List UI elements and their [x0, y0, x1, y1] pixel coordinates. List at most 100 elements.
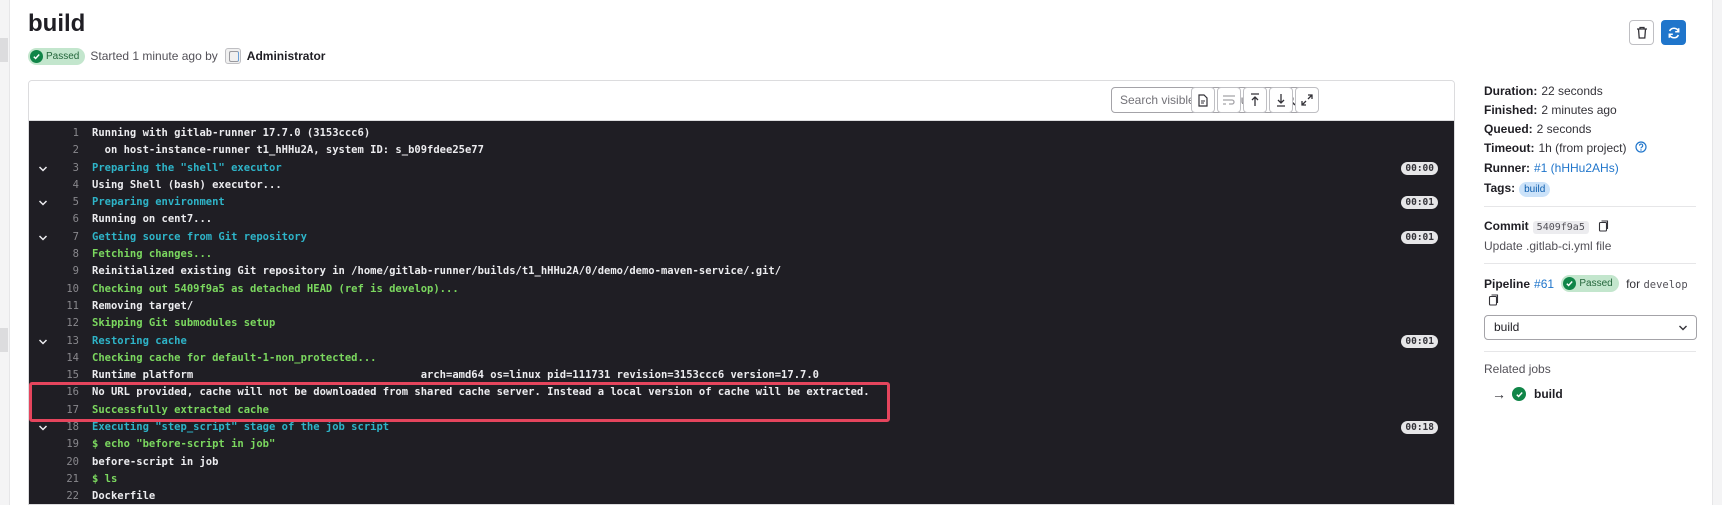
- retry-button[interactable]: [1661, 20, 1686, 45]
- log-line: 11 Removing target/: [29, 298, 1454, 315]
- log-line: 15 Runtime platform arch=amd64 os=linux p…: [29, 367, 1454, 384]
- pipeline-link[interactable]: #61: [1534, 277, 1554, 291]
- log-text: Skipping Git submodules setup: [92, 317, 276, 330]
- status-badge[interactable]: Passed: [28, 47, 86, 65]
- line-number[interactable]: 11: [49, 298, 79, 315]
- related-job-item[interactable]: → build: [1492, 386, 1567, 402]
- line-number[interactable]: 8: [49, 246, 79, 263]
- stage-select[interactable]: build: [1484, 315, 1697, 340]
- chevron-down-icon[interactable]: [38, 233, 48, 243]
- tags-row: Tags: build: [1484, 180, 1551, 197]
- line-number[interactable]: 1: [49, 125, 79, 142]
- timeout-value: 1h (from project): [1538, 141, 1627, 155]
- line-number[interactable]: 9: [49, 263, 79, 280]
- line-number[interactable]: 10: [49, 281, 79, 298]
- duration-label: Duration:: [1484, 84, 1538, 98]
- line-number[interactable]: 21: [49, 471, 79, 488]
- line-number[interactable]: 5: [49, 194, 79, 211]
- queued-label: Queued:: [1484, 122, 1533, 136]
- nav-edge-handle: [0, 38, 8, 62]
- line-number[interactable]: 6: [49, 211, 79, 228]
- scroll-bottom-button[interactable]: [1269, 87, 1293, 113]
- divider: [1484, 206, 1696, 207]
- wrap-lines-icon: [1223, 95, 1235, 105]
- help-icon[interactable]: [1635, 141, 1647, 153]
- line-number[interactable]: 12: [49, 315, 79, 332]
- pipeline-ref[interactable]: develop: [1643, 279, 1687, 291]
- line-number[interactable]: 20: [49, 454, 79, 471]
- timeout-label: Timeout:: [1484, 141, 1535, 155]
- line-number[interactable]: 2: [49, 142, 79, 159]
- commit-message: Update .gitlab-ci.yml file: [1484, 239, 1612, 253]
- line-number[interactable]: 15: [49, 367, 79, 384]
- log-line: 9 Reinitialized existing Git repository i…: [29, 263, 1454, 280]
- log-text: Restoring cache: [92, 334, 187, 347]
- log-line: 16 No URL provided, cache will not be dow…: [29, 384, 1454, 401]
- line-number[interactable]: 7: [49, 229, 79, 246]
- log-text: Running on cent7...: [92, 213, 213, 226]
- scroll-top-button[interactable]: [1243, 87, 1267, 113]
- log-text: Checking out 5409f9a5 as detached HEAD (…: [92, 282, 459, 295]
- chevron-down-icon[interactable]: [38, 198, 48, 208]
- section-duration-badge: 00:18: [1401, 421, 1438, 435]
- log-section-header[interactable]: 13 Restoring cache 00:01: [29, 333, 1454, 350]
- log-line: 17 Successfully extracted cache: [29, 402, 1454, 419]
- log-text: Reinitialized existing Git repository in…: [92, 265, 782, 278]
- tag-badge: build: [1519, 182, 1551, 197]
- log-section-header[interactable]: 5 Preparing environment 00:01: [29, 194, 1454, 211]
- pipeline-row: Pipeline #61 Passed for develop: [1484, 275, 1688, 292]
- copy-icon[interactable]: [1488, 294, 1499, 306]
- finished-value: 2 minutes ago: [1541, 103, 1617, 117]
- chevron-down-icon[interactable]: [38, 423, 48, 433]
- duration-value: 22 seconds: [1541, 84, 1603, 98]
- chevron-down-icon[interactable]: [38, 337, 48, 347]
- line-number[interactable]: 14: [49, 350, 79, 367]
- log-line: 20 before-script in job: [29, 454, 1454, 471]
- avatar[interactable]: [224, 48, 241, 64]
- log-line: 21 $ ls: [29, 471, 1454, 488]
- log-line: 22 Dockerfile: [29, 488, 1454, 504]
- commit-sha-link[interactable]: 5409f9a5: [1532, 221, 1589, 234]
- copy-icon[interactable]: [1598, 220, 1609, 232]
- log-text: Removing target/: [92, 299, 194, 312]
- timeout-row: Timeout: 1h (from project): [1484, 140, 1647, 156]
- nav-edge-handle: [0, 328, 8, 352]
- page-title: build: [28, 10, 86, 37]
- wrap-lines-button[interactable]: [1217, 87, 1241, 113]
- log-text: Getting source from Git repository: [92, 230, 307, 243]
- raw-log-button[interactable]: [1191, 87, 1215, 113]
- line-number[interactable]: 4: [49, 177, 79, 194]
- pipeline-status-badge[interactable]: Passed: [1561, 275, 1619, 292]
- runner-link[interactable]: #1 (hHHu2AHs): [1534, 161, 1619, 175]
- log-output[interactable]: 1 Running with gitlab-runner 17.7.0 (3153…: [29, 121, 1454, 504]
- log-text: $ ls: [92, 472, 118, 485]
- job-log-panel: 1 Running with gitlab-runner 17.7.0 (3153…: [28, 80, 1455, 505]
- log-line: 14 Checking cache for default-1-non_prote…: [29, 350, 1454, 367]
- line-number[interactable]: 17: [49, 402, 79, 419]
- log-section-header[interactable]: 7 Getting source from Git repository 00:01: [29, 229, 1454, 246]
- log-line: 8 Fetching changes...: [29, 246, 1454, 263]
- line-number[interactable]: 3: [49, 160, 79, 177]
- left-nav-edge: [0, 0, 10, 505]
- line-number[interactable]: 18: [49, 419, 79, 436]
- section-duration-badge: 00:00: [1401, 161, 1438, 175]
- pipeline-label: Pipeline: [1484, 277, 1531, 291]
- stage-select-value: build: [1494, 320, 1520, 334]
- erase-log-button[interactable]: [1629, 20, 1654, 45]
- line-number[interactable]: 16: [49, 384, 79, 401]
- log-section-header[interactable]: 18 Executing "step_script" stage of the j…: [29, 419, 1454, 436]
- user-link[interactable]: Administrator: [247, 49, 326, 63]
- arrow-right-icon: →: [1492, 386, 1506, 402]
- scroll-bottom-icon: [1277, 94, 1285, 107]
- related-job-name: build: [1534, 387, 1563, 401]
- job-meta: Passed Started 1 minute ago by Administr…: [28, 47, 325, 65]
- chevron-down-icon[interactable]: [38, 164, 48, 174]
- line-number[interactable]: 22: [49, 488, 79, 504]
- log-text: Preparing the "shell" executor: [92, 161, 282, 174]
- log-section-header[interactable]: 3 Preparing the "shell" executor 00:00: [29, 160, 1454, 177]
- fullscreen-button[interactable]: [1295, 87, 1319, 113]
- line-number[interactable]: 13: [49, 333, 79, 350]
- log-text: Fetching changes...: [92, 248, 213, 261]
- log-text: on host-instance-runner t1_hHHu2A, syste…: [92, 144, 484, 157]
- line-number[interactable]: 19: [49, 436, 79, 453]
